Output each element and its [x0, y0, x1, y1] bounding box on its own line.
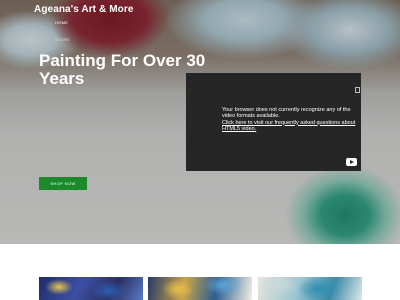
- video-corner-icon: [355, 87, 360, 93]
- shop-now-button[interactable]: SHOP NOW: [39, 177, 87, 190]
- gallery-image-3[interactable]: [258, 277, 362, 300]
- gallery-image-2[interactable]: [148, 277, 252, 300]
- gallery-row: [39, 277, 362, 300]
- video-fallback-message: Your browser does not currently recogniz…: [222, 107, 358, 132]
- video-player[interactable]: Your browser does not currently recogniz…: [186, 73, 361, 171]
- video-faq-link[interactable]: Click here to visit our frequently asked…: [222, 120, 355, 132]
- hero-headline: Painting For Over 30 Years: [39, 51, 206, 88]
- youtube-icon[interactable]: [346, 158, 357, 166]
- video-unsupported-text: Your browser does not currently recogniz…: [222, 107, 351, 120]
- nav-item-home[interactable]: HOME: [55, 20, 70, 37]
- main-nav: HOME STORE: [55, 20, 70, 54]
- gallery-image-1[interactable]: [39, 277, 143, 300]
- site-title[interactable]: Ageana's Art & More: [34, 4, 133, 15]
